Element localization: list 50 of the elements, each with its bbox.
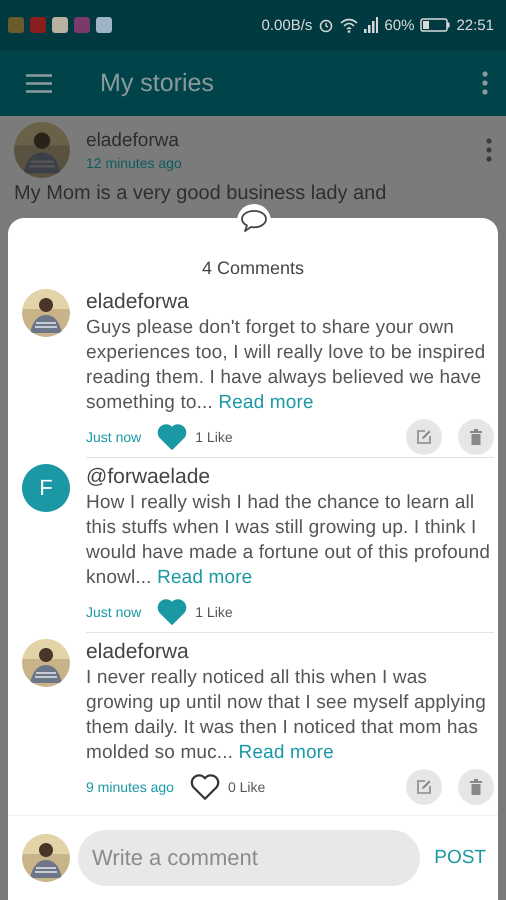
- commenter-name: @forwaelade: [86, 464, 212, 490]
- edit-icon: [416, 779, 432, 795]
- post-button[interactable]: POST: [428, 847, 492, 869]
- signal-icon: [364, 17, 378, 33]
- alarm-icon: [318, 17, 334, 33]
- post-time: 12 minutes ago: [86, 154, 183, 170]
- delete-button[interactable]: [458, 769, 494, 805]
- like-count: 1 Like: [195, 604, 234, 620]
- heart-icon: [157, 599, 188, 625]
- edit-button[interactable]: [406, 419, 442, 455]
- comment-input-field[interactable]: Write a comment: [78, 830, 420, 886]
- like-count: 0 Like: [228, 779, 266, 795]
- trash-icon: [469, 779, 483, 795]
- wifi-icon: [340, 18, 358, 32]
- author-name: eladeforwa: [86, 130, 180, 152]
- heart-icon: [190, 774, 220, 800]
- notification-icon: [8, 17, 24, 33]
- edit-icon: [416, 429, 432, 445]
- battery-icon: [420, 18, 450, 32]
- story-text: My Mom is a very good business lady and: [14, 182, 388, 205]
- heart-icon: [157, 424, 188, 450]
- app-title: My stories: [100, 68, 215, 98]
- comment-text: I never really noticed all this when I was growing up until now that I see myself applying them daily. It was then I noticed that mom has molded so muc... Read more: [86, 666, 487, 765]
- clock: 22:51: [456, 16, 494, 34]
- commenter-name: eladeforwa: [86, 289, 190, 315]
- delete-button[interactable]: [458, 419, 494, 455]
- notification-icon: [74, 17, 90, 33]
- comment-time: Just now: [86, 429, 142, 445]
- like-button[interactable]: [190, 774, 220, 800]
- read-more-link[interactable]: Read more: [157, 567, 252, 588]
- read-more-link[interactable]: Read more: [218, 392, 314, 413]
- notification-icon: [96, 17, 112, 33]
- battery-percent: 60%: [384, 16, 414, 34]
- comment-time: 9 minutes ago: [86, 779, 174, 795]
- network-speed: 0.00B/s: [262, 16, 312, 34]
- more-icon[interactable]: [482, 71, 488, 95]
- menu-icon[interactable]: [26, 74, 52, 92]
- read-more-link[interactable]: Read more: [238, 742, 334, 763]
- comment-time: Just now: [86, 604, 142, 620]
- comments-count: 4 Comments: [200, 258, 306, 279]
- avatar: F: [22, 464, 70, 512]
- edit-button[interactable]: [406, 769, 442, 805]
- more-icon[interactable]: [486, 138, 492, 162]
- like-count: 1 Like: [195, 429, 234, 445]
- notification-icon: [30, 17, 46, 33]
- comment-text: How I really wish I had the chance to learn all this stuffs when I was still growing up. I think I would have made a fortune out of this profound knowl... Read more: [86, 491, 492, 590]
- trash-icon: [469, 429, 483, 445]
- commenter-name: eladeforwa: [86, 639, 190, 665]
- notification-icon: [52, 17, 68, 33]
- comment-text: Guys please don't forget to share your own experiences too, I will really love to be inspired reading them. I have always believed we have something to... Read more: [86, 316, 486, 415]
